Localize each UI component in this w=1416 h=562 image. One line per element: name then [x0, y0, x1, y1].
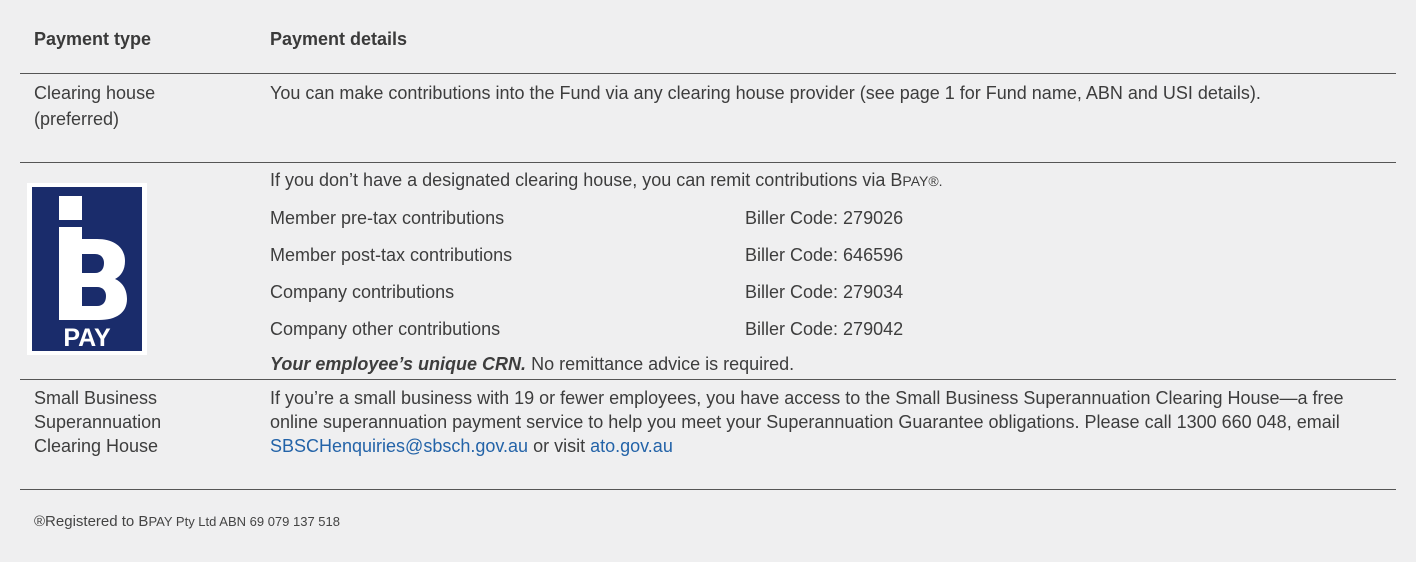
- clearing-house-details: You can make contributions into the Fund…: [270, 83, 1261, 103]
- sbsch-type-line3: Clearing House: [34, 436, 159, 456]
- table-header-row: Payment type Payment details: [20, 0, 1396, 74]
- table-row-sbsch: Small Business Superannuation Clearing H…: [20, 380, 1396, 490]
- table-row-bpay: PAY If you don’t have a designated clear…: [20, 163, 1396, 380]
- bpay-item-label: Company other contributions: [270, 319, 501, 339]
- bpay-item-code: Biller Code: 279042: [745, 319, 904, 339]
- footnote: ®Registered to BPAY Pty Ltd ABN 69 079 1…: [34, 513, 340, 530]
- bpay-crn-bold: Your employee’s unique CRN.: [270, 354, 527, 374]
- clearing-house-type: Clearing house (preferred): [34, 80, 155, 132]
- bpay-crn-note: Your employee’s unique CRN. No remittanc…: [270, 353, 794, 375]
- footnote-suffix: PAY Pty Ltd ABN 69 079 137 518: [148, 514, 340, 529]
- header-payment-type: Payment type: [34, 29, 152, 49]
- bpay-crn-rest: No remittance advice is required.: [526, 354, 795, 374]
- bpay-intro-suffix: PAY®.: [902, 173, 943, 189]
- sbsch-email-link[interactable]: SBSCHenquiries@sbsch.gov.au: [270, 436, 528, 456]
- bpay-item-label: Company contributions: [270, 282, 455, 302]
- bpay-logo: PAY: [27, 183, 147, 355]
- bpay-item-label: Member post-tax contributions: [270, 245, 513, 265]
- bpay-logo-icon: PAY: [32, 187, 142, 352]
- sbsch-details: If you’re a small business with 19 or fe…: [270, 386, 1390, 458]
- bpay-item-code: Biller Code: 279034: [745, 282, 904, 302]
- clearing-house-type-line2: (preferred): [34, 109, 120, 129]
- bpay-intro: If you don’t have a designated clearing …: [270, 169, 943, 192]
- bpay-logo-text: PAY: [63, 324, 111, 352]
- bpay-item-code: Biller Code: 646596: [745, 245, 904, 265]
- footnote-prefix: ®Registered to B: [34, 513, 149, 530]
- bpay-intro-prefix: If you don’t have a designated clearing …: [270, 170, 903, 190]
- bpay-item-code: Biller Code: 279026: [745, 208, 904, 228]
- table-row-clearing-house: Clearing house (preferred) You can make …: [20, 74, 1396, 163]
- header-payment-details: Payment details: [270, 29, 408, 49]
- bpay-item-label: Member pre-tax contributions: [270, 208, 505, 228]
- ato-website-link[interactable]: ato.gov.au: [590, 436, 673, 456]
- sbsch-type-line2: Superannuation: [34, 412, 162, 432]
- sbsch-type-line1: Small Business: [34, 388, 158, 408]
- sbsch-type: Small Business Superannuation Clearing H…: [34, 386, 161, 458]
- clearing-house-type-line1: Clearing house: [34, 83, 156, 103]
- sbsch-or-visit: or visit: [528, 436, 591, 456]
- sbsch-details-text: If you’re a small business with 19 or fe…: [270, 388, 1344, 432]
- payment-table: Payment type Payment details Clearing ho…: [20, 0, 1396, 490]
